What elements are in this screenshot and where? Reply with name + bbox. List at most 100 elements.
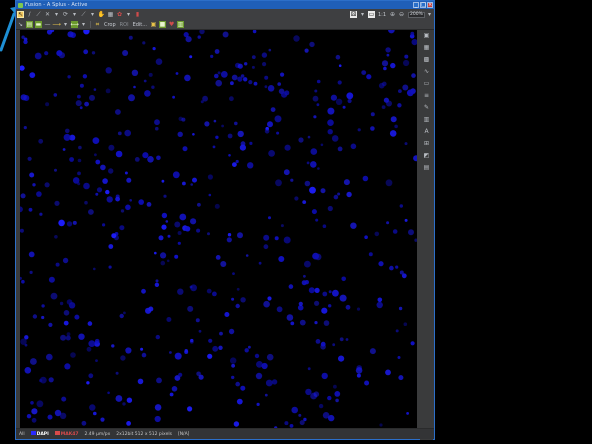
zoom-in-icon[interactable]: ⊕ [389, 11, 396, 18]
nucleus [154, 404, 162, 411]
polyline-tool-icon[interactable]: ⟋ [35, 11, 42, 18]
nucleus [29, 172, 35, 178]
box-icon[interactable]: ▣ [150, 21, 157, 28]
nucleus [122, 50, 129, 56]
nucleus [46, 353, 53, 361]
hand-icon[interactable]: ✋ [98, 11, 105, 18]
zoom-out-icon[interactable]: ⊖ [398, 11, 405, 18]
dice-icon[interactable]: ⚄ [349, 11, 357, 18]
nucleus [255, 372, 263, 380]
chevron-down-icon[interactable]: ▾ [426, 11, 433, 18]
arrow-right-icon[interactable]: ⟶ [52, 21, 61, 28]
nucleus [312, 252, 319, 260]
nucleus [389, 265, 394, 271]
nucleus [44, 182, 50, 188]
measure-tool-icon[interactable]: ⟋ [80, 11, 87, 18]
nucleus [327, 119, 334, 126]
toolbar-main: ↖ ∕ ⟋ ✕ ▾ ⟳ ▾ ⟋ ▾ ✋ ▦ ✿ ▾ ▮ ⚄ ▾ ▭ 1:1 ⊕ … [16, 9, 434, 20]
chevron-down-icon[interactable]: ▾ [89, 11, 96, 18]
nucleus [63, 133, 71, 141]
nucleus [125, 347, 132, 354]
nucleus [337, 80, 342, 85]
panel-icon[interactable]: ▭ [423, 80, 430, 87]
channel-mak47[interactable]: MAK47 [54, 431, 79, 437]
crop-button[interactable]: Crop [104, 22, 116, 28]
line-tool-icon[interactable]: ∕ [26, 11, 33, 18]
minimize-button[interactable]: _ [413, 2, 419, 8]
nucleus [262, 62, 267, 67]
nucleus [161, 224, 167, 230]
pen-icon[interactable]: ✎ [423, 104, 430, 111]
crop-arrow-icon[interactable]: ↘ [17, 21, 24, 28]
channels-icon[interactable]: ▮ [134, 11, 141, 18]
palette-icon[interactable]: ◩ [423, 152, 430, 159]
ruler-icon[interactable]: ⊞ [423, 140, 430, 147]
nucleus [56, 50, 63, 57]
nucleus [254, 353, 260, 359]
nucleus [177, 288, 184, 295]
layers-icon[interactable]: ≡ [423, 92, 430, 99]
chevron-down-icon[interactable]: ▾ [80, 21, 87, 28]
fit-icon[interactable]: ▭ [367, 11, 375, 18]
nucleus [332, 343, 336, 347]
zoom-input[interactable]: 200% [408, 11, 425, 18]
color-wheel-icon[interactable]: ✿ [116, 11, 123, 18]
chevron-down-icon[interactable]: ▾ [62, 21, 69, 28]
channel-dapi[interactable]: DAPI [30, 431, 49, 437]
nucleus [376, 301, 383, 309]
chart-icon[interactable]: ▥ [177, 21, 185, 28]
nucleus [233, 421, 240, 427]
nucleus [102, 178, 108, 184]
rectangle-icon[interactable]: ▬ [35, 21, 42, 28]
close-button[interactable]: × [427, 2, 433, 8]
nucleus [105, 88, 111, 94]
grid-dense-icon[interactable]: ▩ [423, 56, 430, 63]
nucleus [335, 98, 343, 106]
line-icon[interactable]: — [44, 21, 51, 28]
nucleus [115, 395, 123, 402]
roi-button[interactable]: ROI [120, 22, 129, 28]
nucleus [368, 252, 373, 257]
heart-icon[interactable]: ♥ [168, 21, 175, 28]
nucleus [190, 218, 197, 225]
chevron-down-icon[interactable]: ▾ [53, 11, 60, 18]
crop-icon[interactable]: ⌗ [94, 21, 101, 28]
rotate-icon[interactable]: ⟳ [62, 11, 69, 18]
image-canvas[interactable] [20, 30, 417, 428]
text-icon[interactable]: A [423, 128, 430, 135]
nucleus [166, 259, 170, 263]
one-to-one-button[interactable]: 1:1 [378, 12, 386, 18]
nucleus [310, 148, 318, 155]
nucleus [401, 273, 407, 279]
stack-icon[interactable]: ▥ [423, 116, 430, 123]
grid-icon[interactable]: ▦ [423, 44, 430, 51]
square-icon[interactable]: ■ [159, 21, 167, 28]
status-all[interactable]: All [19, 432, 25, 437]
nucleus [94, 338, 100, 344]
nucleus [124, 129, 131, 137]
cross-tool-icon[interactable]: ✕ [44, 11, 51, 18]
nucleus [217, 71, 221, 75]
nucleus [338, 355, 345, 362]
chart-icon[interactable]: ▤ [423, 164, 430, 171]
nucleus [154, 251, 157, 255]
maximize-button[interactable]: □ [420, 2, 426, 8]
nucleus [244, 62, 248, 66]
nucleus [240, 141, 246, 147]
nucleus [237, 63, 243, 69]
square-select-icon[interactable]: ▣ [423, 32, 430, 39]
chevron-down-icon[interactable]: ▾ [71, 11, 78, 18]
app-icon[interactable] [18, 2, 23, 8]
nucleus [84, 101, 89, 107]
pointer-tool-icon[interactable]: ↖ [17, 11, 24, 18]
curve-icon[interactable]: ∿ [423, 68, 430, 75]
nucleus [286, 314, 294, 321]
dash-icon[interactable]: ⟷ [70, 21, 79, 28]
nucleus [26, 414, 32, 419]
grid-view-icon[interactable]: ▦ [107, 11, 114, 18]
title-bar: Fusion - A Splus - Active _ □ × [16, 1, 434, 9]
chevron-down-icon[interactable]: ▾ [125, 11, 132, 18]
layer-icon[interactable]: ▤ [26, 21, 33, 28]
chevron-down-icon[interactable]: ▾ [359, 11, 366, 18]
edit-button[interactable]: Edit... [133, 22, 147, 28]
